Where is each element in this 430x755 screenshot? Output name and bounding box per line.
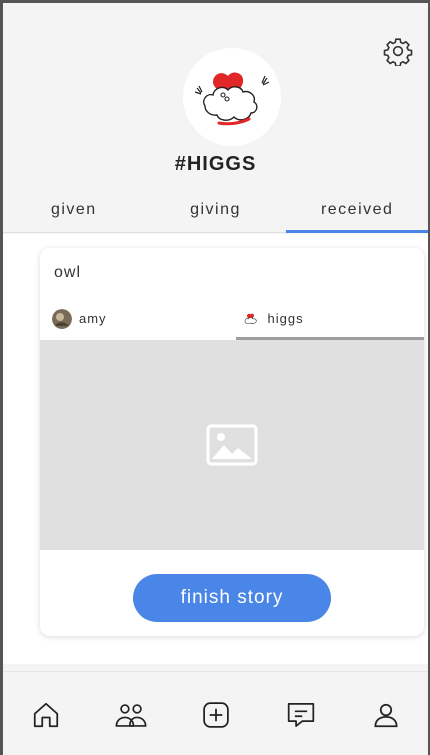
participant-name: higgs bbox=[267, 311, 304, 326]
profile-icon bbox=[373, 703, 398, 728]
nav-profile[interactable] bbox=[356, 685, 416, 745]
settings-gear-icon[interactable] bbox=[383, 36, 413, 66]
amy-avatar bbox=[52, 308, 72, 329]
higgs-avatar bbox=[240, 308, 261, 329]
friends-icon bbox=[115, 704, 146, 727]
profile-username: #HIGGS bbox=[174, 153, 257, 175]
messages-icon bbox=[287, 703, 314, 727]
story-list: owl amy higgs finish story bbox=[3, 234, 428, 664]
participant-higgs[interactable]: higgs bbox=[235, 300, 424, 340]
story-title: owl bbox=[54, 264, 82, 281]
nav-friends[interactable] bbox=[101, 685, 161, 745]
bottom-nav bbox=[3, 671, 428, 755]
profile-header: #HIGGS given giving received bbox=[3, 3, 428, 233]
nav-messages[interactable] bbox=[271, 685, 331, 745]
profile-avatar[interactable] bbox=[183, 48, 281, 146]
home-icon bbox=[33, 702, 58, 728]
nav-add[interactable] bbox=[186, 685, 246, 745]
image-icon bbox=[206, 424, 258, 466]
participant-amy[interactable]: amy bbox=[40, 300, 236, 340]
app-frame: #HIGGS given giving received owl amy hig… bbox=[0, 0, 430, 755]
story-card: owl amy higgs finish story bbox=[40, 248, 424, 636]
profile-tabs: given giving received bbox=[3, 193, 428, 233]
story-participants: amy higgs bbox=[40, 300, 424, 340]
add-icon bbox=[202, 702, 229, 728]
tab-received[interactable]: received bbox=[286, 193, 428, 233]
higgs-logo-icon bbox=[183, 48, 281, 146]
tab-giving[interactable]: giving bbox=[145, 193, 287, 232]
nav-home[interactable] bbox=[16, 685, 76, 745]
participant-name: amy bbox=[79, 311, 107, 326]
story-image-placeholder[interactable] bbox=[40, 340, 424, 550]
tab-given[interactable]: given bbox=[3, 193, 145, 232]
finish-story-button[interactable]: finish story bbox=[133, 574, 331, 622]
